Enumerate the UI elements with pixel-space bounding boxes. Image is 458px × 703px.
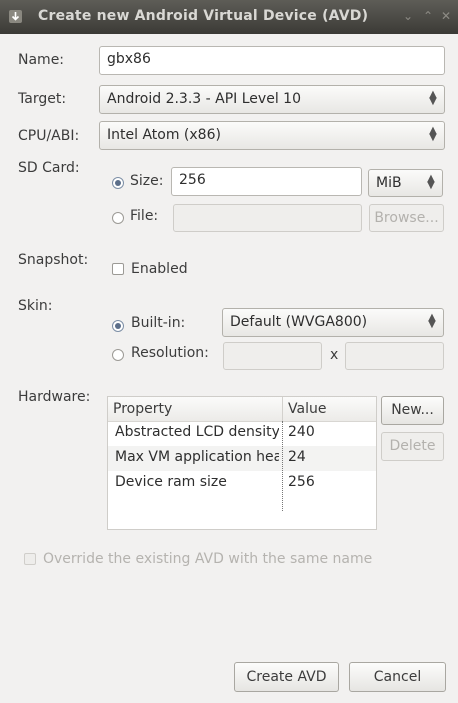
resolution-height-input[interactable]	[345, 342, 444, 370]
minimize-icon[interactable]: ⌄	[403, 9, 413, 23]
cpu-value: Intel Atom (x86)	[107, 127, 221, 143]
sdcard-file-input[interactable]	[173, 204, 362, 232]
sdcard-label: SD Card:	[18, 160, 80, 176]
skin-builtin-radio[interactable]	[112, 320, 124, 332]
value-cell: 256	[288, 474, 315, 490]
skin-builtin-select[interactable]: Default (WVGA800) ▲ ▼	[222, 308, 444, 337]
maximize-icon[interactable]: ⌃	[423, 9, 433, 23]
property-cell: Device ram size	[115, 474, 227, 490]
property-cell: Max VM application heap size	[115, 449, 279, 465]
new-button[interactable]: New...	[381, 396, 444, 425]
cpu-select[interactable]: Intel Atom (x86) ▲ ▼	[99, 121, 445, 150]
cancel-button[interactable]: Cancel	[349, 662, 446, 692]
sdcard-size-radio[interactable]	[112, 177, 124, 189]
property-cell: Abstracted LCD density	[115, 424, 279, 440]
updown-icon: ▲ ▼	[428, 312, 436, 330]
hardware-table[interactable]: Property Value Abstracted LCD density 24…	[107, 396, 377, 530]
skin-label: Skin:	[18, 298, 53, 314]
target-label: Target:	[18, 91, 67, 107]
skin-resolution-label: Resolution:	[131, 345, 209, 361]
target-value: Android 2.3.3 - API Level 10	[107, 91, 301, 107]
sdcard-file-label: File:	[130, 208, 159, 224]
name-value: gbx86	[107, 51, 151, 67]
column-divider-line	[282, 421, 283, 511]
resolution-width-input[interactable]	[223, 342, 322, 370]
hardware-label: Hardware:	[18, 389, 91, 405]
table-row[interactable]: Device ram size 256	[108, 471, 376, 496]
override-label: Override the existing AVD with the same …	[43, 551, 373, 567]
updown-icon: ▲ ▼	[429, 89, 437, 107]
close-icon[interactable]: ✕	[441, 9, 451, 23]
cpu-label: CPU/ABI:	[18, 128, 80, 144]
updown-icon: ▲ ▼	[427, 173, 435, 191]
sdcard-size-label: Size:	[130, 173, 164, 189]
skin-builtin-label: Built-in:	[131, 315, 186, 331]
table-row[interactable]: Abstracted LCD density 240	[108, 421, 376, 446]
sdcard-file-radio[interactable]	[112, 212, 124, 224]
snapshot-enabled-checkbox[interactable]	[112, 263, 124, 275]
create-avd-button[interactable]: Create AVD	[234, 662, 339, 692]
download-icon	[9, 10, 22, 23]
column-header-property[interactable]: Property	[113, 401, 172, 417]
resolution-x-label: x	[330, 347, 339, 363]
window-title: Create new Android Virtual Device (AVD)	[38, 8, 369, 24]
sdcard-size-input[interactable]: 256	[171, 167, 362, 196]
target-select[interactable]: Android 2.3.3 - API Level 10 ▲ ▼	[99, 85, 445, 114]
table-row[interactable]: Max VM application heap size 24	[108, 446, 376, 471]
value-cell: 24	[288, 449, 306, 465]
name-label: Name:	[18, 52, 65, 68]
skin-resolution-radio[interactable]	[112, 349, 124, 361]
browse-button[interactable]: Browse...	[369, 204, 444, 232]
title-bar: Create new Android Virtual Device (AVD) …	[0, 0, 458, 34]
snapshot-enabled-label: Enabled	[131, 261, 188, 277]
delete-button[interactable]: Delete	[381, 432, 444, 461]
column-header-value[interactable]: Value	[288, 401, 326, 417]
sdcard-unit-value: MiB	[376, 175, 402, 191]
column-divider[interactable]	[282, 397, 283, 421]
override-checkbox[interactable]	[24, 553, 36, 565]
skin-builtin-value: Default (WVGA800)	[230, 314, 368, 330]
table-header: Property Value	[108, 397, 376, 422]
name-input[interactable]: gbx86	[99, 46, 445, 75]
value-cell: 240	[288, 424, 315, 440]
sdcard-size-value: 256	[179, 172, 206, 188]
sdcard-unit-select[interactable]: MiB ▲ ▼	[368, 169, 443, 197]
updown-icon: ▲ ▼	[429, 125, 437, 143]
snapshot-label: Snapshot:	[18, 252, 89, 268]
